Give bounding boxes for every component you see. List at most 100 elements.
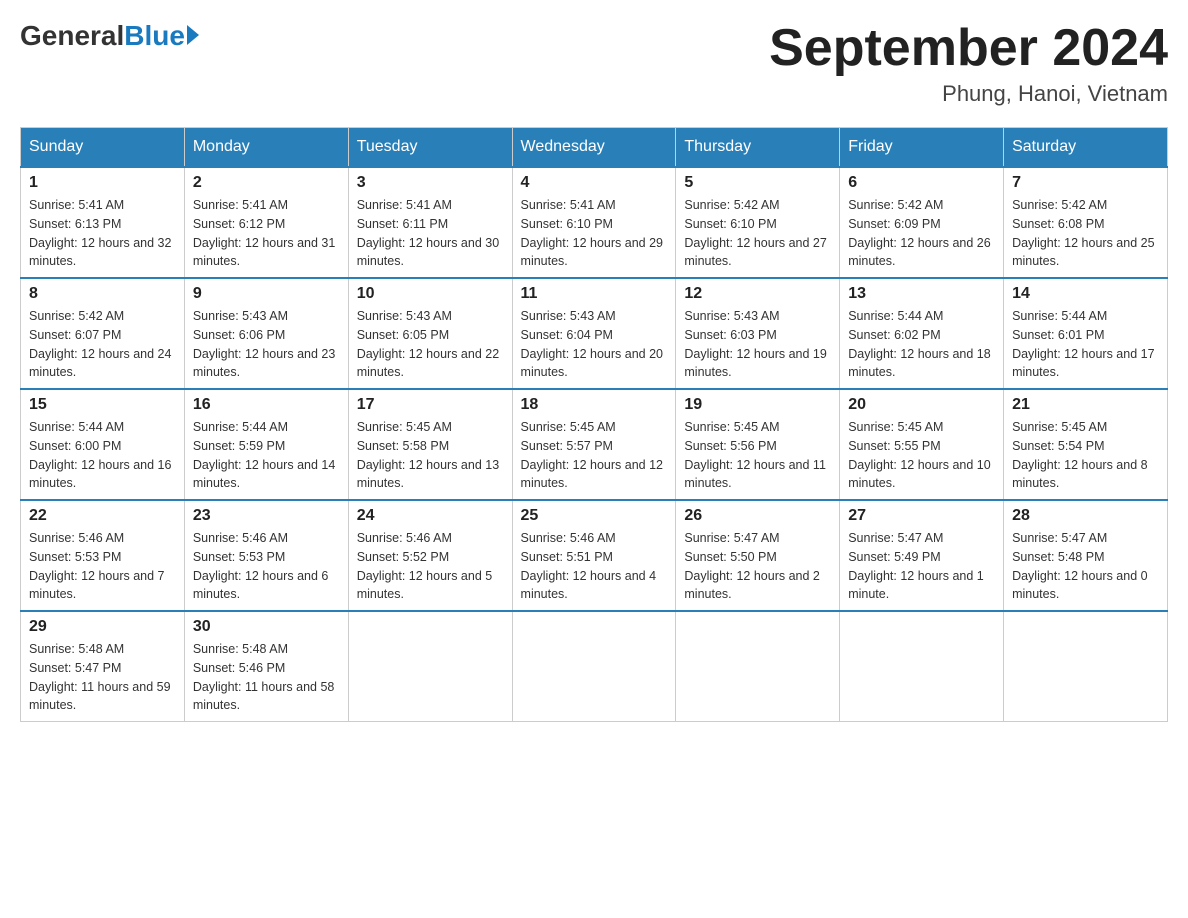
day-number: 29: [29, 618, 176, 636]
calendar-cell: 17 Sunrise: 5:45 AMSunset: 5:58 PMDayligh…: [348, 389, 512, 500]
day-info: Sunrise: 5:43 AMSunset: 6:06 PMDaylight:…: [193, 307, 340, 382]
calendar-cell: 9 Sunrise: 5:43 AMSunset: 6:06 PMDaylight…: [184, 278, 348, 389]
calendar-cell: 8 Sunrise: 5:42 AMSunset: 6:07 PMDaylight…: [21, 278, 185, 389]
day-number: 14: [1012, 285, 1159, 303]
day-number: 4: [521, 174, 668, 192]
calendar-cell: 27Sunrise: 5:47 AMSunset: 5:49 PMDayligh…: [840, 500, 1004, 611]
logo-blue-text: Blue: [124, 20, 185, 52]
calendar-cell: 19 Sunrise: 5:45 AMSunset: 5:56 PMDayligh…: [676, 389, 840, 500]
day-info: Sunrise: 5:44 AMSunset: 5:59 PMDaylight:…: [193, 418, 340, 493]
day-info: Sunrise: 5:41 AMSunset: 6:13 PMDaylight:…: [29, 196, 176, 271]
header-wednesday: Wednesday: [512, 128, 676, 168]
day-number: 25: [521, 507, 668, 525]
day-number: 19: [684, 396, 831, 414]
calendar-table: Sunday Monday Tuesday Wednesday Thursday…: [20, 127, 1168, 722]
day-number: 6: [848, 174, 995, 192]
month-title: September 2024: [769, 20, 1168, 77]
calendar-cell: 18 Sunrise: 5:45 AMSunset: 5:57 PMDayligh…: [512, 389, 676, 500]
day-number: 22: [29, 507, 176, 525]
day-number: 23: [193, 507, 340, 525]
day-number: 11: [521, 285, 668, 303]
day-number: 10: [357, 285, 504, 303]
day-info: Sunrise: 5:42 AMSunset: 6:09 PMDaylight:…: [848, 196, 995, 271]
calendar-cell: 12 Sunrise: 5:43 AMSunset: 6:03 PMDayligh…: [676, 278, 840, 389]
day-number: 12: [684, 285, 831, 303]
calendar-cell: 1Sunrise: 5:41 AMSunset: 6:13 PMDaylight…: [21, 167, 185, 278]
calendar-week-3: 15 Sunrise: 5:44 AMSunset: 6:00 PMDayligh…: [21, 389, 1168, 500]
day-info: Sunrise: 5:43 AMSunset: 6:03 PMDaylight:…: [684, 307, 831, 382]
calendar-week-2: 8 Sunrise: 5:42 AMSunset: 6:07 PMDaylight…: [21, 278, 1168, 389]
day-info: Sunrise: 5:43 AMSunset: 6:05 PMDaylight:…: [357, 307, 504, 382]
calendar-cell: [840, 611, 1004, 722]
calendar-cell: 21 Sunrise: 5:45 AMSunset: 5:54 PMDayligh…: [1004, 389, 1168, 500]
day-number: 27: [848, 507, 995, 525]
day-number: 2: [193, 174, 340, 192]
day-info: Sunrise: 5:47 AMSunset: 5:50 PMDaylight:…: [684, 529, 831, 604]
header-sunday: Sunday: [21, 128, 185, 168]
logo-general: General: [20, 20, 124, 52]
day-info: Sunrise: 5:44 AMSunset: 6:00 PMDaylight:…: [29, 418, 176, 493]
day-number: 17: [357, 396, 504, 414]
day-number: 21: [1012, 396, 1159, 414]
calendar-cell: 2 Sunrise: 5:41 AMSunset: 6:12 PMDaylight…: [184, 167, 348, 278]
day-number: 15: [29, 396, 176, 414]
day-number: 9: [193, 285, 340, 303]
day-info: Sunrise: 5:45 AMSunset: 5:56 PMDaylight:…: [684, 418, 831, 493]
calendar-cell: 28Sunrise: 5:47 AMSunset: 5:48 PMDayligh…: [1004, 500, 1168, 611]
calendar-cell: [1004, 611, 1168, 722]
day-number: 20: [848, 396, 995, 414]
calendar-cell: 24 Sunrise: 5:46 AMSunset: 5:52 PMDayligh…: [348, 500, 512, 611]
calendar-week-5: 29Sunrise: 5:48 AMSunset: 5:47 PMDayligh…: [21, 611, 1168, 722]
calendar-cell: 14 Sunrise: 5:44 AMSunset: 6:01 PMDayligh…: [1004, 278, 1168, 389]
header-tuesday: Tuesday: [348, 128, 512, 168]
header-thursday: Thursday: [676, 128, 840, 168]
day-info: Sunrise: 5:46 AMSunset: 5:53 PMDaylight:…: [193, 529, 340, 604]
day-info: Sunrise: 5:44 AMSunset: 6:01 PMDaylight:…: [1012, 307, 1159, 382]
day-number: 26: [684, 507, 831, 525]
day-info: Sunrise: 5:42 AMSunset: 6:07 PMDaylight:…: [29, 307, 176, 382]
calendar-cell: 25 Sunrise: 5:46 AMSunset: 5:51 PMDayligh…: [512, 500, 676, 611]
calendar-cell: 20Sunrise: 5:45 AMSunset: 5:55 PMDayligh…: [840, 389, 1004, 500]
header-monday: Monday: [184, 128, 348, 168]
calendar-cell: 10 Sunrise: 5:43 AMSunset: 6:05 PMDayligh…: [348, 278, 512, 389]
day-info: Sunrise: 5:45 AMSunset: 5:57 PMDaylight:…: [521, 418, 668, 493]
day-number: 16: [193, 396, 340, 414]
day-info: Sunrise: 5:41 AMSunset: 6:12 PMDaylight:…: [193, 196, 340, 271]
day-info: Sunrise: 5:46 AMSunset: 5:51 PMDaylight:…: [521, 529, 668, 604]
day-number: 5: [684, 174, 831, 192]
calendar-cell: 30Sunrise: 5:48 AMSunset: 5:46 PMDayligh…: [184, 611, 348, 722]
day-number: 7: [1012, 174, 1159, 192]
day-info: Sunrise: 5:47 AMSunset: 5:48 PMDaylight:…: [1012, 529, 1159, 604]
day-number: 30: [193, 618, 340, 636]
day-info: Sunrise: 5:41 AMSunset: 6:11 PMDaylight:…: [357, 196, 504, 271]
day-number: 18: [521, 396, 668, 414]
header-friday: Friday: [840, 128, 1004, 168]
logo-triangle-icon: [187, 25, 199, 45]
day-info: Sunrise: 5:44 AMSunset: 6:02 PMDaylight:…: [848, 307, 995, 382]
calendar-cell: 23 Sunrise: 5:46 AMSunset: 5:53 PMDayligh…: [184, 500, 348, 611]
logo: General Blue: [20, 20, 199, 52]
day-number: 24: [357, 507, 504, 525]
calendar-week-1: 1Sunrise: 5:41 AMSunset: 6:13 PMDaylight…: [21, 167, 1168, 278]
day-info: Sunrise: 5:45 AMSunset: 5:54 PMDaylight:…: [1012, 418, 1159, 493]
day-number: 8: [29, 285, 176, 303]
calendar-cell: 22 Sunrise: 5:46 AMSunset: 5:53 PMDayligh…: [21, 500, 185, 611]
calendar-cell: 16 Sunrise: 5:44 AMSunset: 5:59 PMDayligh…: [184, 389, 348, 500]
calendar-cell: 11Sunrise: 5:43 AMSunset: 6:04 PMDayligh…: [512, 278, 676, 389]
calendar-cell: 7Sunrise: 5:42 AMSunset: 6:08 PMDaylight…: [1004, 167, 1168, 278]
calendar-cell: 4 Sunrise: 5:41 AMSunset: 6:10 PMDaylight…: [512, 167, 676, 278]
calendar-header-row: Sunday Monday Tuesday Wednesday Thursday…: [21, 128, 1168, 168]
calendar-week-4: 22 Sunrise: 5:46 AMSunset: 5:53 PMDayligh…: [21, 500, 1168, 611]
location: Phung, Hanoi, Vietnam: [769, 81, 1168, 107]
calendar-cell: [676, 611, 840, 722]
day-info: Sunrise: 5:46 AMSunset: 5:53 PMDaylight:…: [29, 529, 176, 604]
day-number: 3: [357, 174, 504, 192]
day-info: Sunrise: 5:45 AMSunset: 5:58 PMDaylight:…: [357, 418, 504, 493]
header-saturday: Saturday: [1004, 128, 1168, 168]
calendar-cell: 29Sunrise: 5:48 AMSunset: 5:47 PMDayligh…: [21, 611, 185, 722]
day-info: Sunrise: 5:46 AMSunset: 5:52 PMDaylight:…: [357, 529, 504, 604]
calendar-cell: 5Sunrise: 5:42 AMSunset: 6:10 PMDaylight…: [676, 167, 840, 278]
calendar-cell: 15 Sunrise: 5:44 AMSunset: 6:00 PMDayligh…: [21, 389, 185, 500]
calendar-cell: 26 Sunrise: 5:47 AMSunset: 5:50 PMDayligh…: [676, 500, 840, 611]
day-info: Sunrise: 5:41 AMSunset: 6:10 PMDaylight:…: [521, 196, 668, 271]
